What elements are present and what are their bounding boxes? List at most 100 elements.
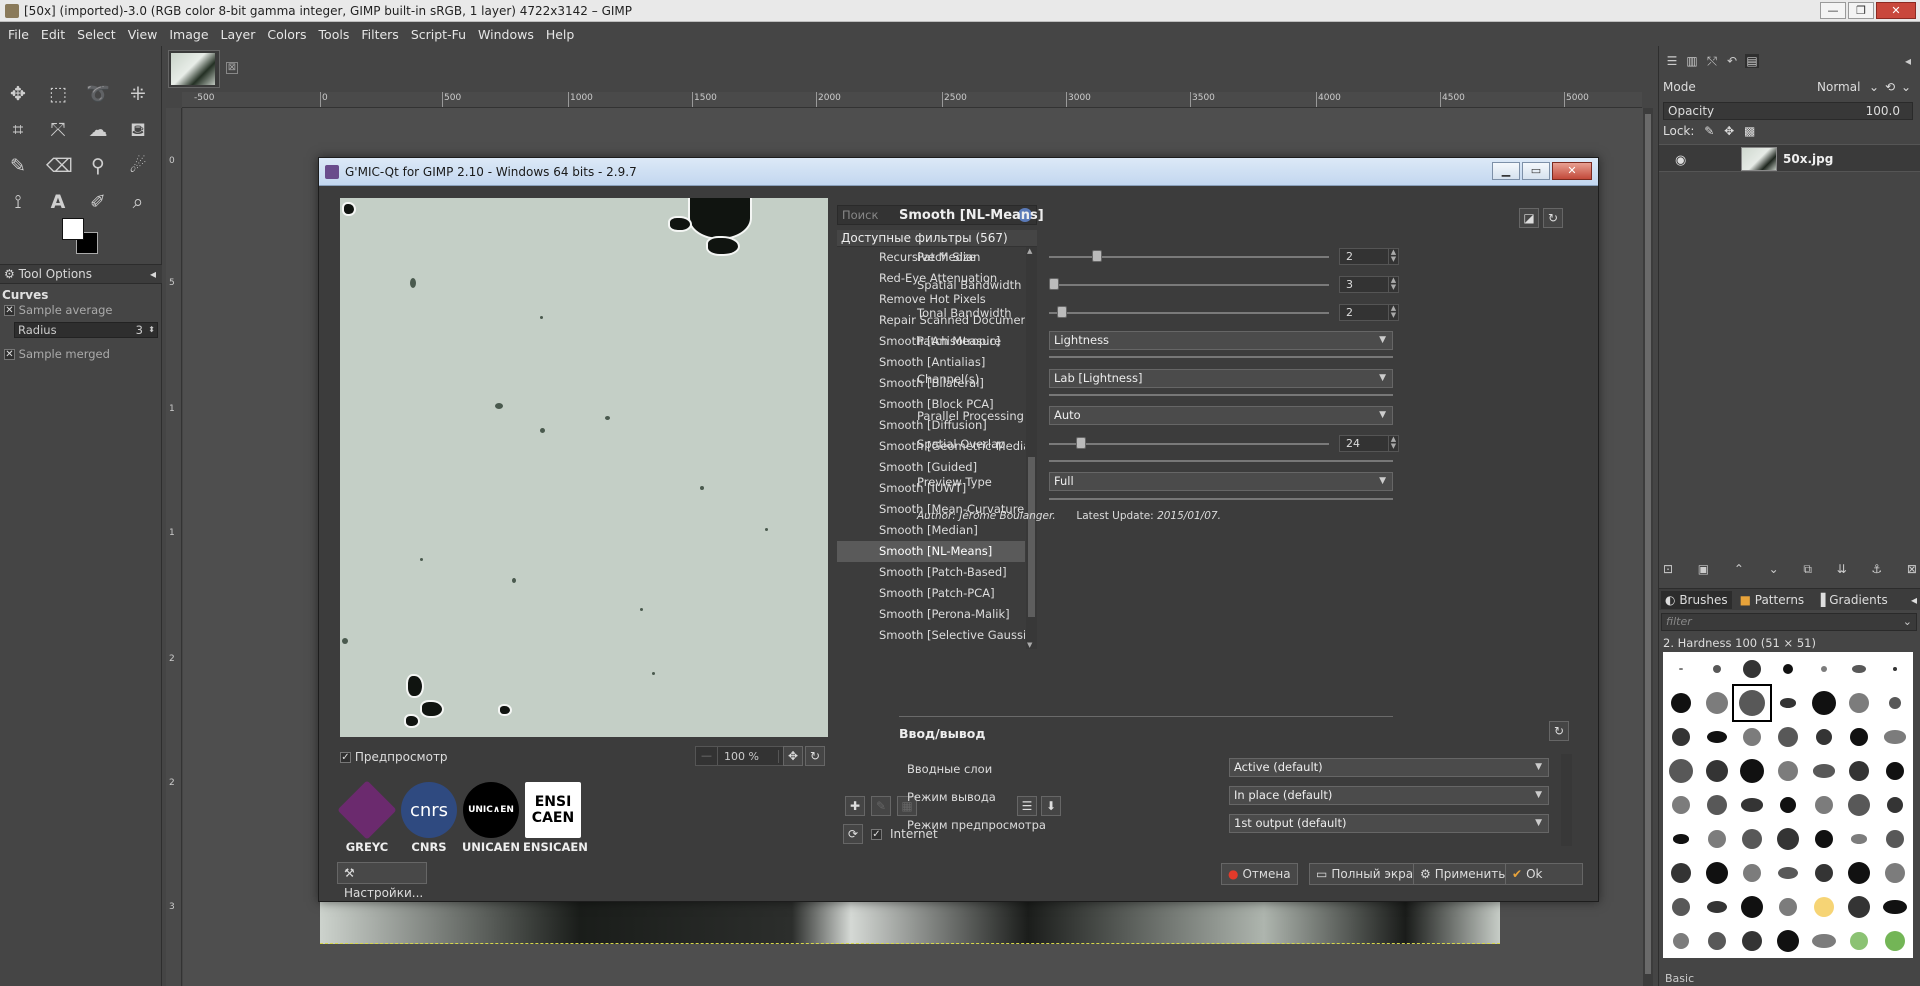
brush-cell[interactable] xyxy=(1734,890,1770,924)
brush-cell[interactable] xyxy=(1877,652,1913,686)
visibility-eye-icon[interactable]: ◉ xyxy=(1675,153,1686,168)
patch-size-slider[interactable] xyxy=(1049,256,1329,258)
copy-command-button[interactable]: ◪ xyxy=(1519,208,1539,228)
filter-list-item[interactable]: Smooth [Skin] xyxy=(837,646,1025,649)
zoom-value[interactable]: 100 % xyxy=(718,750,778,763)
tonal-bandwidth-handle[interactable] xyxy=(1057,306,1068,318)
brush-cell[interactable] xyxy=(1842,924,1878,958)
preview-image[interactable] xyxy=(340,198,828,737)
spatial-bandwidth-handle[interactable] xyxy=(1049,278,1059,290)
brush-cell[interactable] xyxy=(1770,788,1806,822)
layer-row[interactable]: ◉ 50x.jpg xyxy=(1659,144,1920,172)
tab-brushes[interactable]: ◐ Brushes xyxy=(1661,590,1732,609)
spin-arrows-icon[interactable]: ▲ ▼ xyxy=(1388,436,1398,451)
brush-cell[interactable] xyxy=(1877,856,1913,890)
new-layer-group-icon[interactable]: ▣ xyxy=(1698,562,1709,577)
brush-cell[interactable] xyxy=(1699,890,1735,924)
input-layers-select[interactable]: Active (default) ▼ xyxy=(1229,758,1549,777)
anchor-layer-icon[interactable]: ⚓ xyxy=(1871,562,1882,577)
brush-cell[interactable] xyxy=(1663,890,1699,924)
radius-spinner-icon[interactable]: ⬍ xyxy=(148,323,155,337)
menu-edit[interactable]: Edit xyxy=(37,27,73,42)
move-icon[interactable]: ✥ xyxy=(6,82,30,106)
brush-cell[interactable] xyxy=(1732,684,1773,722)
spin-arrows-icon[interactable]: ▲ ▼ xyxy=(1388,249,1398,264)
fullscreen-button[interactable]: ▭ Полный экран xyxy=(1309,863,1428,885)
brush-cell[interactable] xyxy=(1699,754,1735,788)
output-mode-select[interactable]: In place (default) ▼ xyxy=(1229,786,1549,805)
spatial-overlap-spin[interactable]: 24 ▲ ▼ xyxy=(1339,435,1399,452)
close-window-button[interactable]: ✕ xyxy=(1876,2,1916,19)
spin-arrows-icon[interactable]: ▲ ▼ xyxy=(1388,305,1398,320)
brush-cell[interactable] xyxy=(1842,822,1878,856)
brush-cell[interactable] xyxy=(1806,856,1842,890)
sample-average-checkbox[interactable]: ✕ xyxy=(4,305,15,316)
brush-cell[interactable] xyxy=(1842,890,1878,924)
brush-cell[interactable] xyxy=(1699,720,1735,754)
filter-list-item[interactable]: Smooth [Patch-PCA] xyxy=(837,583,1025,604)
merge-layer-icon[interactable]: ⇊ xyxy=(1837,562,1847,577)
update-filters-button[interactable]: ⟳ xyxy=(843,824,863,844)
brush-cell[interactable] xyxy=(1699,652,1735,686)
preview-type-select[interactable]: Full ▼ xyxy=(1049,472,1393,491)
brush-grid[interactable] xyxy=(1663,652,1913,958)
canvas-vertical-scrollbar[interactable] xyxy=(1643,108,1653,986)
transform-icon[interactable]: ⤧ xyxy=(46,118,70,142)
opacity-field[interactable]: Opacity 100.0 xyxy=(1663,102,1913,120)
brush-cell[interactable] xyxy=(1663,652,1699,686)
apply-button[interactable]: ⚙ Применить xyxy=(1413,863,1513,885)
brush-filter-input[interactable]: filter ⌄ xyxy=(1661,613,1917,631)
brush-cell[interactable] xyxy=(1842,720,1878,754)
paintbrush-icon[interactable]: ✎ xyxy=(6,154,30,178)
mode-select[interactable]: Normal xyxy=(1817,80,1860,94)
filter-list-item[interactable]: Smooth [Patch-Based] xyxy=(837,562,1025,583)
menu-image[interactable]: Image xyxy=(165,27,216,42)
filter-list-item[interactable]: Smooth [Antialias] xyxy=(837,352,1025,373)
brush-cell[interactable] xyxy=(1663,686,1699,720)
channels-tab-icon[interactable]: ▥ xyxy=(1685,54,1699,68)
brush-cell[interactable] xyxy=(1734,788,1770,822)
brush-cell[interactable] xyxy=(1877,822,1913,856)
lock-position-icon[interactable]: ✥ xyxy=(1724,124,1734,138)
brush-cell[interactable] xyxy=(1877,720,1913,754)
menu-view[interactable]: View xyxy=(124,27,166,42)
lock-pixels-icon[interactable]: ✎ xyxy=(1704,124,1714,138)
brush-cell[interactable] xyxy=(1699,822,1735,856)
brush-cell[interactable] xyxy=(1734,822,1770,856)
paths-icon[interactable]: ⟟ xyxy=(6,190,30,214)
brush-cell[interactable] xyxy=(1806,890,1842,924)
clone-icon[interactable]: ⚲ xyxy=(86,154,110,178)
mode-dropdown-icon[interactable]: ⌄ xyxy=(1869,80,1879,94)
gmic-maximize-button[interactable]: ▭ xyxy=(1522,162,1550,180)
lock-alpha-icon[interactable]: ▩ xyxy=(1744,124,1755,138)
menu-colors[interactable]: Colors xyxy=(263,27,314,42)
menu-windows[interactable]: Windows xyxy=(474,27,542,42)
expand-collapse-button[interactable]: ☰ xyxy=(1017,796,1037,816)
delete-layer-icon[interactable]: ⊠ xyxy=(1907,562,1917,577)
lower-layer-icon[interactable]: ⌄ xyxy=(1769,562,1779,577)
download-button[interactable]: ⬇ xyxy=(1041,796,1061,816)
menu-tools[interactable]: Tools xyxy=(315,27,358,42)
filter-list-item[interactable]: Smooth [Median] xyxy=(837,520,1025,541)
close-image-tab-icon[interactable]: ⊠ xyxy=(226,62,238,74)
menu-select[interactable]: Select xyxy=(73,27,124,42)
patch-measure-select[interactable]: Lightness ▼ xyxy=(1049,331,1393,350)
brush-cell[interactable] xyxy=(1699,788,1735,822)
menu-layer[interactable]: Layer xyxy=(217,27,264,42)
brush-cell[interactable] xyxy=(1806,652,1842,686)
brush-cell[interactable] xyxy=(1806,924,1842,958)
brush-cell[interactable] xyxy=(1734,856,1770,890)
brush-cell[interactable] xyxy=(1806,720,1842,754)
warp-icon[interactable]: ☁ xyxy=(86,118,110,142)
spatial-overlap-handle[interactable] xyxy=(1076,437,1086,449)
filters-list-scrollbar[interactable]: ▲ ▼ xyxy=(1026,247,1037,649)
gmic-close-button[interactable]: ✕ xyxy=(1552,162,1592,180)
spatial-bandwidth-spin[interactable]: 3 ▲ ▼ xyxy=(1339,276,1399,293)
rename-favorite-button[interactable]: ✎ xyxy=(871,796,891,816)
brush-cell[interactable] xyxy=(1734,652,1770,686)
brush-cell[interactable] xyxy=(1663,754,1699,788)
eraser-icon[interactable]: ⌫ xyxy=(46,154,73,178)
filters-scrollbar-thumb[interactable] xyxy=(1028,457,1035,617)
io-reset-button[interactable]: ↻ xyxy=(1549,721,1569,741)
brush-cell[interactable] xyxy=(1806,788,1842,822)
